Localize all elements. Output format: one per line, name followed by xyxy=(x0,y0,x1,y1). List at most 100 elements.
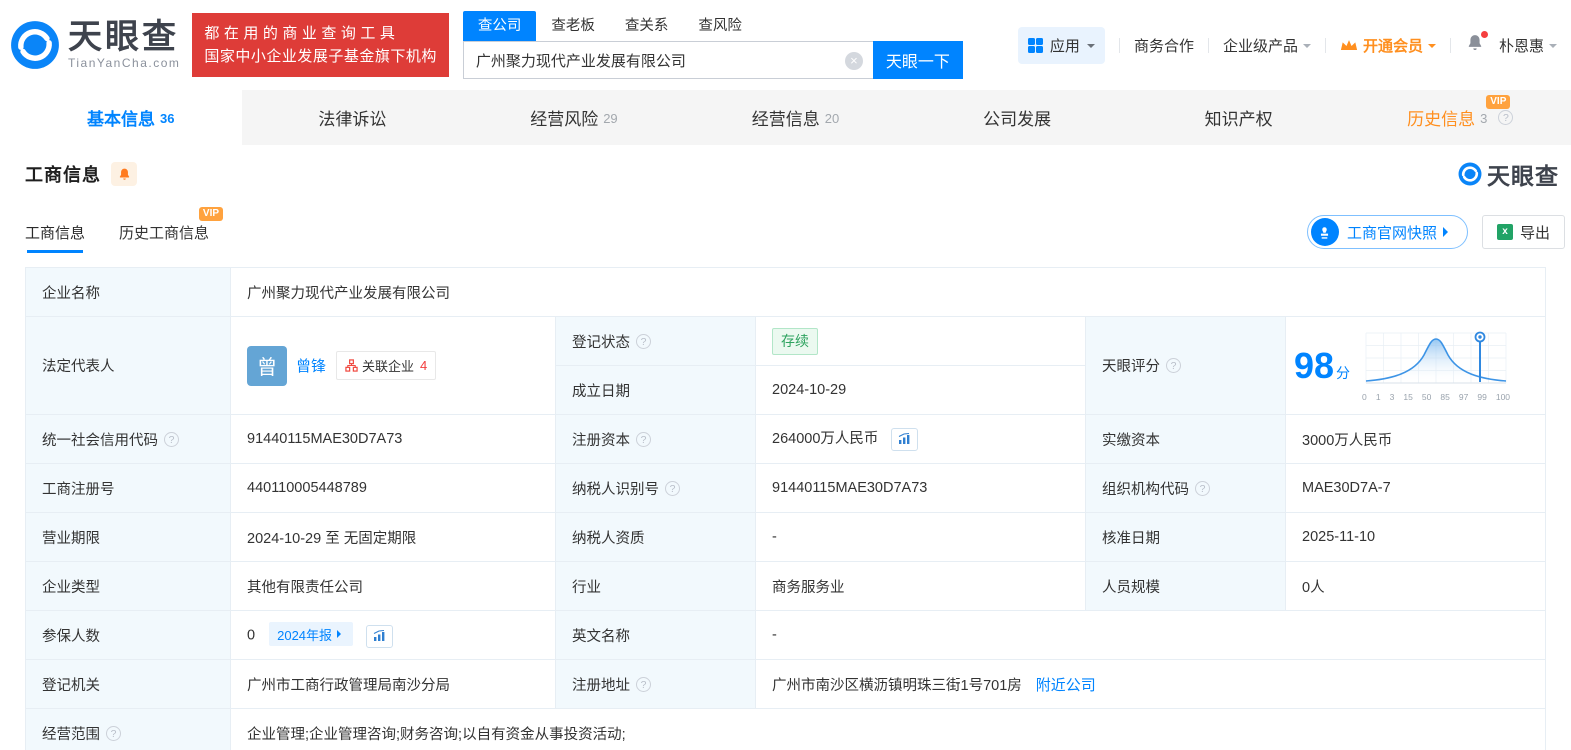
help-icon[interactable] xyxy=(1498,110,1514,125)
reg-authority-label: 登记机关 xyxy=(25,659,231,709)
company-name-label: 企业名称 xyxy=(25,267,231,317)
score-chart-ticks: 01 3 15 50 85 97 99 100 xyxy=(1362,392,1511,402)
tab-label: 公司发展 xyxy=(983,110,1052,129)
export-button[interactable]: 导出 xyxy=(1481,215,1565,249)
help-icon[interactable] xyxy=(164,431,179,447)
arrow-right-icon xyxy=(1442,227,1453,237)
tab-legal-proceedings[interactable]: 法律诉讼 xyxy=(242,90,464,145)
tianyancha-watermark: 天眼查 xyxy=(1458,157,1559,191)
search-tab-boss[interactable]: 查老板 xyxy=(536,11,610,41)
tab-label: 基本信息 xyxy=(87,110,156,129)
search-tabs: 查公司 查老板 查关系 查风险 xyxy=(462,11,963,41)
clear-icon[interactable]: × xyxy=(844,52,863,70)
tab-operating-info[interactable]: 经营信息 20 xyxy=(685,90,907,145)
capital-chart-icon[interactable] xyxy=(891,427,919,451)
business-term-value: 2024-10-29 至 无固定期限 xyxy=(230,512,556,562)
divider xyxy=(1207,37,1209,53)
related-companies-count: 4 xyxy=(420,358,428,373)
business-scope-label: 经营范围 xyxy=(25,708,231,750)
search-tab-company[interactable]: 查公司 xyxy=(462,11,537,41)
help-icon[interactable] xyxy=(636,333,651,349)
english-name-value: - xyxy=(754,610,1547,660)
tab-intellectual-property[interactable]: 知识产权 xyxy=(1128,90,1350,145)
logo[interactable]: 天眼查 TianYanCha.com xyxy=(10,20,180,70)
user-menu[interactable]: 朴恩惠 xyxy=(1499,35,1557,56)
help-icon[interactable] xyxy=(636,431,651,447)
help-icon[interactable] xyxy=(106,725,121,741)
legal-rep-avatar[interactable]: 曾 xyxy=(247,345,287,386)
tab-company-development[interactable]: 公司发展 xyxy=(906,90,1128,145)
tab-operating-risk[interactable]: 经营风险 29 xyxy=(463,90,685,145)
table-row: 工商注册号 440110005448789 纳税人识别号 91440115MAE… xyxy=(25,463,1547,513)
credit-code-value: 91440115MAE30D7A73 xyxy=(230,414,556,464)
tab-label: 法律诉讼 xyxy=(318,110,387,129)
staff-size-label: 人员规模 xyxy=(1085,561,1286,611)
reg-capital-label: 注册资本 xyxy=(555,414,756,464)
reg-capital-value: 264000万人民币 xyxy=(755,414,1086,464)
related-companies-icon xyxy=(345,359,358,372)
help-icon[interactable] xyxy=(1195,480,1210,496)
reg-address-value: 广州市南沙区横沥镇明珠三街1号701房 附近公司 xyxy=(754,659,1547,709)
reg-authority-value: 广州市工商行政管理局南沙分局 xyxy=(230,659,556,709)
subtab-history-business-info[interactable]: VIP 历史工商信息 xyxy=(119,207,224,253)
logo-title: 天眼查 xyxy=(68,18,179,56)
related-companies-button[interactable]: 关联企业 4 xyxy=(336,351,437,380)
search-tab-risk[interactable]: 查风险 xyxy=(683,11,757,41)
related-companies-label: 关联企业 xyxy=(362,359,415,374)
tab-label: 历史信息 xyxy=(1407,110,1476,129)
stamp-icon xyxy=(1310,218,1339,246)
menu-enterprise[interactable]: 企业级产品 xyxy=(1223,35,1311,56)
vip-badge: VIP xyxy=(198,207,224,221)
approval-date-label: 核准日期 xyxy=(1085,512,1286,562)
search-tab-relation[interactable]: 查关系 xyxy=(610,11,684,41)
divider xyxy=(1324,37,1326,53)
legal-rep-link[interactable]: 曾锋 xyxy=(296,355,326,376)
table-row: 营业期限 2024-10-29 至 无固定期限 纳税人资质 - 核准日期 202… xyxy=(25,512,1547,562)
search-button[interactable]: 天眼一下 xyxy=(872,41,963,79)
score-distribution-chart: 01 3 15 50 85 97 99 100 xyxy=(1362,329,1510,402)
reg-number-value: 440110005448789 xyxy=(230,463,556,513)
subtab-business-info[interactable]: 工商信息 xyxy=(25,222,85,253)
caret-down-icon xyxy=(1427,43,1436,52)
search-input[interactable] xyxy=(463,42,837,78)
subtab-label: 历史工商信息 xyxy=(119,225,210,242)
staff-size-value: 0人 xyxy=(1284,561,1547,611)
paid-capital-value: 3000万人民币 xyxy=(1284,414,1547,464)
promo-banner: 都在用的商业查询工具 国家中小企业发展子基金旗下机构 xyxy=(192,13,449,77)
company-type-value: 其他有限责任公司 xyxy=(230,561,556,611)
crown-icon xyxy=(1340,39,1358,50)
help-icon[interactable] xyxy=(1166,358,1181,373)
tab-count: 36 xyxy=(160,111,175,126)
insured-chart-icon[interactable] xyxy=(366,624,394,648)
apps-label: 应用 xyxy=(1049,37,1080,55)
table-row: 企业名称 广州聚力现代产业发展有限公司 xyxy=(25,267,1547,317)
apps-button[interactable]: 应用 xyxy=(1017,26,1105,64)
help-icon[interactable] xyxy=(636,676,651,692)
tianyancha-logo-icon xyxy=(11,21,59,69)
taxpayer-qual-value: - xyxy=(755,512,1086,562)
industry-label: 行业 xyxy=(555,561,756,611)
help-icon[interactable] xyxy=(665,480,680,496)
status-badge: 存续 xyxy=(772,327,818,355)
table-row: 统一社会信用代码 91440115MAE30D7A73 注册资本 264000万… xyxy=(25,414,1547,464)
notification-bell-icon[interactable] xyxy=(1465,31,1488,57)
table-row: 经营范围 企业管理;企业管理咨询;财务咨询;以自有资金从事投资活动; xyxy=(25,708,1547,750)
menu-vip-button[interactable]: 开通会员 xyxy=(1340,35,1436,56)
paid-capital-label: 实缴资本 xyxy=(1085,414,1286,464)
subscribe-bell-icon[interactable] xyxy=(111,162,137,186)
username: 朴恩惠 xyxy=(1498,37,1544,55)
official-snapshot-button[interactable]: 工商官网快照 xyxy=(1306,215,1468,249)
caret-down-icon xyxy=(1302,43,1311,52)
menu-cooperation[interactable]: 商务合作 xyxy=(1134,35,1194,56)
tab-history-info[interactable]: VIP 历史信息 3 xyxy=(1349,90,1571,145)
establish-date-label: 成立日期 xyxy=(555,365,756,415)
search-area: 查公司 查老板 查关系 查风险 × 天眼一下 xyxy=(462,11,963,79)
score-label: 天眼评分 xyxy=(1085,316,1286,415)
tab-basic-info[interactable]: 基本信息 36 xyxy=(20,90,242,145)
content: 工商信息 天眼查 工商信息 VIP 历史工商信息 工商官网快照 x 导出 企业名… xyxy=(20,145,1571,750)
nearby-companies-link[interactable]: 附近公司 xyxy=(1036,674,1096,695)
tab-count: 20 xyxy=(824,111,840,126)
excel-icon xyxy=(1496,224,1513,240)
annual-report-badge[interactable]: 2024年报 xyxy=(269,622,354,647)
insured-label: 参保人数 xyxy=(25,610,231,660)
